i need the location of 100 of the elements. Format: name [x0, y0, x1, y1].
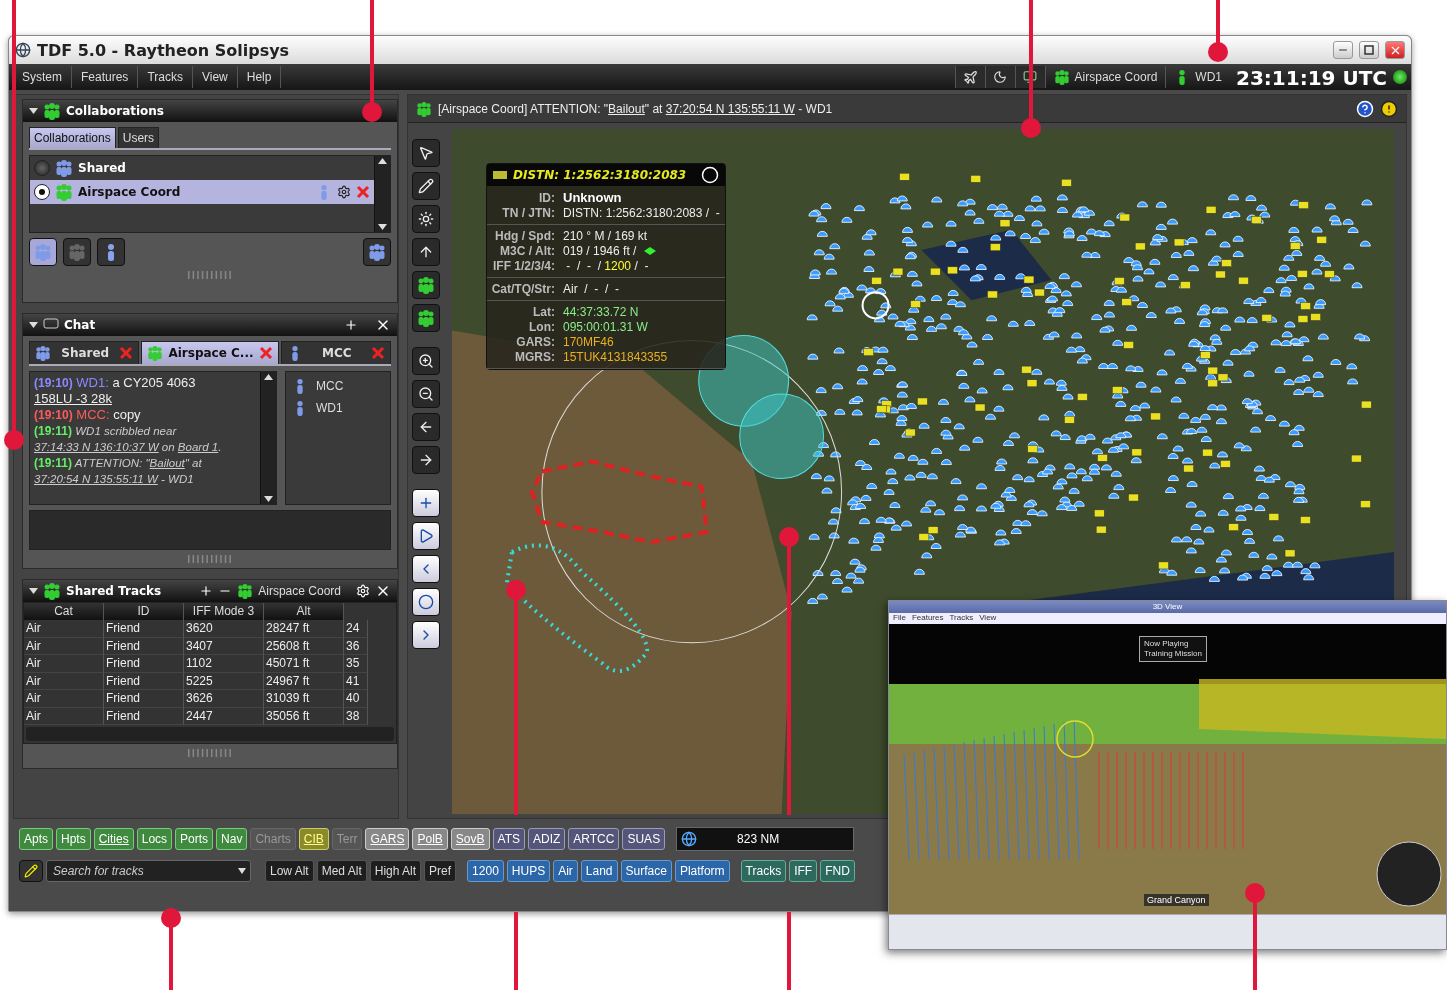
toolbar-button[interactable]: [984, 66, 1015, 88]
map-tool-button[interactable]: [412, 489, 440, 517]
splitter-grip-icon[interactable]: [187, 271, 233, 279]
layer-button[interactable]: PolB: [412, 828, 448, 850]
map-tool-button[interactable]: [412, 172, 440, 200]
map-tool-button[interactable]: [412, 205, 440, 233]
menu-item[interactable]: View: [979, 613, 997, 624]
layer-button[interactable]: Ports: [175, 828, 214, 850]
settings-icon[interactable]: [337, 185, 351, 199]
menu-item[interactable]: View: [192, 66, 238, 88]
chat-tab[interactable]: MCC: [280, 341, 391, 364]
warning-icon[interactable]: [1380, 99, 1398, 118]
circle-icon[interactable]: [701, 166, 719, 184]
layer-button[interactable]: ARTCC: [568, 828, 620, 850]
map-tool-button[interactable]: [412, 446, 440, 474]
scrollbar[interactable]: [260, 372, 276, 504]
collaboration-status[interactable]: Airspace Coord: [1044, 66, 1166, 88]
group-view-button[interactable]: [29, 238, 57, 266]
scroll-up-icon[interactable]: [378, 158, 387, 164]
menu-item[interactable]: Tracks: [138, 66, 193, 88]
column-header[interactable]: Cat: [24, 603, 104, 620]
radio-button[interactable]: [34, 160, 50, 176]
map-tool-button[interactable]: [412, 522, 440, 550]
coordinate-link[interactable]: 37:20:54 N 135:55:11 W: [665, 101, 795, 116]
scroll-down-icon[interactable]: [378, 224, 387, 230]
filter-button[interactable]: FND: [820, 860, 855, 882]
menu-item[interactable]: Help: [237, 66, 282, 88]
compass-drawing[interactable]: [1376, 841, 1442, 907]
dropdown-caret-icon[interactable]: [238, 868, 246, 874]
map-tool-button[interactable]: [412, 139, 440, 167]
collaboration-row[interactable]: Airspace Coord: [30, 180, 374, 204]
add-icon[interactable]: [344, 318, 358, 332]
collapse-triangle-icon[interactable]: [29, 108, 38, 114]
map-tool-button[interactable]: [412, 347, 440, 375]
map-tool-button[interactable]: [412, 413, 440, 441]
search-field[interactable]: Search for tracks: [46, 860, 251, 882]
layer-button[interactable]: Apts: [19, 828, 53, 850]
coordinate-link[interactable]: 37:14:33 N 136:10:37 W: [34, 441, 159, 453]
menu-item[interactable]: Features: [72, 66, 139, 88]
layer-button[interactable]: ADIZ: [528, 828, 566, 850]
coordinate-link[interactable]: 158LU -3 28k: [34, 391, 113, 406]
chat-tab[interactable]: Shared: [29, 341, 140, 364]
scroll-down-icon[interactable]: [264, 496, 273, 502]
user-status[interactable]: WD1: [1165, 66, 1230, 88]
map-tool-button[interactable]: [412, 555, 440, 583]
map-tool-button[interactable]: [412, 621, 440, 649]
highlight-button[interactable]: [19, 860, 43, 882]
menu-item[interactable]: File: [893, 613, 906, 624]
chat-input-field[interactable]: [29, 510, 391, 550]
layer-button[interactable]: SovB: [450, 828, 490, 850]
filter-button[interactable]: Tracks: [740, 860, 787, 882]
dotted-area-outline[interactable]: [504, 543, 650, 673]
flag-markers[interactable]: [863, 172, 1372, 570]
layer-button[interactable]: GARS: [365, 828, 410, 850]
scrollbar[interactable]: [374, 156, 390, 232]
radio-button[interactable]: [34, 184, 50, 200]
help-icon[interactable]: [1356, 99, 1374, 118]
layer-button[interactable]: SUAS: [622, 828, 666, 850]
maximize-button[interactable]: [1359, 41, 1379, 59]
column-header[interactable]: ID: [104, 603, 184, 620]
minimize-button[interactable]: [1333, 41, 1353, 59]
collaboration-row[interactable]: Shared: [30, 156, 374, 180]
coordinate-link[interactable]: Bailout: [608, 101, 645, 116]
add-group-button[interactable]: [363, 238, 391, 266]
3d-terrain-view[interactable]: Now Playing Training Mission Grand Canyon: [889, 623, 1446, 914]
leader-view-button[interactable]: [97, 238, 125, 266]
menu-item[interactable]: Tracks: [949, 613, 974, 624]
menu-item[interactable]: Features: [911, 613, 944, 624]
collapse-triangle-icon[interactable]: [29, 322, 38, 328]
filter-button[interactable]: Land: [580, 860, 618, 882]
layer-button[interactable]: Cities: [93, 828, 134, 850]
layer-button[interactable]: Locs: [136, 828, 173, 850]
filter-button[interactable]: Pref: [424, 860, 457, 882]
collapse-triangle-icon[interactable]: [29, 588, 38, 594]
filter-button[interactable]: Low Alt: [265, 860, 314, 882]
coordinate-link[interactable]: Bailout: [149, 457, 185, 469]
map-tool-button[interactable]: [412, 588, 440, 616]
splitter-grip-icon[interactable]: [187, 555, 233, 563]
user-name[interactable]: MCC: [316, 379, 344, 393]
filter-button[interactable]: 1200: [467, 860, 504, 882]
layer-button[interactable]: Hpts: [56, 828, 91, 850]
scroll-up-icon[interactable]: [264, 374, 273, 380]
layer-button[interactable]: ATS: [492, 828, 525, 850]
tab[interactable]: Users: [117, 127, 160, 148]
target-circle[interactable]: [861, 291, 890, 320]
chat-tab[interactable]: Airspace C...: [141, 341, 279, 364]
map-tool-button[interactable]: [412, 238, 440, 266]
filter-button[interactable]: Air: [553, 860, 578, 882]
filter-button[interactable]: Platform: [674, 860, 730, 882]
map-tool-button[interactable]: [412, 380, 440, 408]
filter-button[interactable]: HUPS: [506, 860, 551, 882]
filter-button[interactable]: IFF: [789, 860, 818, 882]
map-tool-button[interactable]: [412, 271, 440, 299]
track-symbol-markers[interactable]: [806, 194, 1373, 604]
splitter-grip-icon[interactable]: [187, 749, 233, 757]
column-header[interactable]: IFF Mode 3: [184, 603, 264, 620]
map-tool-button[interactable]: [412, 304, 440, 332]
filter-button[interactable]: Med Alt: [316, 860, 367, 882]
add-icon[interactable]: [199, 584, 214, 598]
user-name[interactable]: WD1: [316, 401, 343, 415]
